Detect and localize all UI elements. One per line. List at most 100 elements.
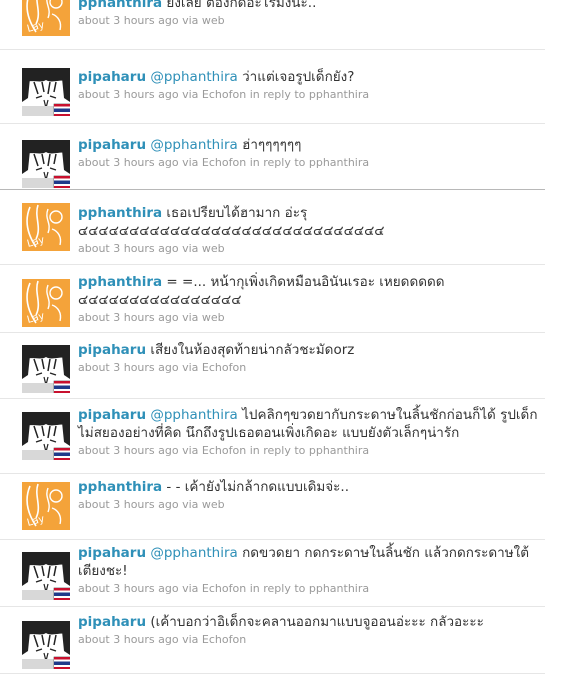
mention-link[interactable]: @pphanthira [150,545,237,561]
timestamp-link[interactable]: about 3 hours ago [78,498,179,511]
manga-face-avatar-icon[interactable] [22,552,70,600]
tweet-content: pipaharu @pphanthira ไปคลิกๆขวดยากับกระด… [78,406,539,458]
tweet-meta: about 3 hours ago via Echofon [78,361,539,375]
in-reply-to-label: in reply to [249,88,306,101]
via-label: via [182,582,199,595]
tweet-text-line: pipaharu @pphanthira ว่าแต่เจอรูปเด็กยัง… [78,68,539,86]
timestamp-link[interactable]: about 3 hours ago [78,444,179,457]
timestamp-link[interactable]: about 3 hours ago [78,88,179,101]
tweet-meta: about 3 hours ago via Echofon in reply t… [78,444,539,458]
tweet-meta: about 3 hours ago via web [78,311,539,325]
tweet-item: Lay pphanthira = =... หน้ากุเพิ่งเกิดหมื… [0,265,545,333]
in-reply-to-label: in reply to [249,156,306,169]
timestamp-link[interactable]: about 3 hours ago [78,156,179,169]
via-label: via [182,311,199,324]
manga-face-avatar-icon[interactable] [22,621,70,669]
via-label: via [182,156,199,169]
tweet-content: pipaharu เสียงในห้องสุดท้ายน่ากลัวชะมัดo… [78,341,539,375]
tweet-item: pipaharu @pphanthira ว่าแต่เจอรูปเด็กยัง… [0,50,545,124]
orange-doodle-avatar-icon[interactable]: Lay [22,482,70,530]
timestamp-link[interactable]: about 3 hours ago [78,361,179,374]
tweet-item: pipaharu @pphanthira กดขวดยา กดกระดาษในล… [0,540,545,607]
mention-link[interactable]: @pphanthira [150,69,237,85]
orange-doodle-avatar-icon[interactable]: Lay [22,0,70,36]
tweet-meta: about 3 hours ago via Echofon in reply t… [78,88,539,102]
screen-name-link[interactable]: pphanthira [78,479,162,495]
tweet-text: ว่าแต่เจอรูปเด็กยัง? [237,69,355,85]
via-label: via [182,361,199,374]
tweet-text: ฮ่าๆๆๆๆๆๆ [237,137,302,153]
source-link[interactable]: web [202,498,225,511]
timestamp-link[interactable]: about 3 hours ago [78,242,179,255]
in-reply-to-link[interactable]: pphanthira [309,444,369,457]
via-label: via [182,88,199,101]
tweet-text: ไปคลิกๆขวดยากับกระดาษในลิ้นชักก่อนก็ได้ … [78,407,538,441]
screen-name-link[interactable]: pipaharu [78,137,146,153]
mention-link[interactable]: @pphanthira [150,407,237,423]
screen-name-link[interactable]: pphanthira [78,0,162,11]
manga-face-avatar-icon[interactable] [22,412,70,460]
tweet-text-line: pphanthira = =... หน้ากุเพิ่งเกิดหมือนอิ… [78,273,539,309]
source-link[interactable]: Echofon [202,88,246,101]
tweet-text: - - เค้ายังไม่กล้ากดแบบเดิมจ่ะ.. [166,479,349,495]
tweet-content: pphanthira เธอเปรียบได้ฮามาก อ่ะรุ ๔๔๔๔๔… [78,204,539,256]
tweet-content: pipaharu @pphanthira ว่าแต่เจอรูปเด็กยัง… [78,68,539,102]
tweet-content: pipaharu @pphanthira ฮ่าๆๆๆๆๆๆ about 3 ho… [78,136,539,170]
in-reply-to-link[interactable]: pphanthira [309,582,369,595]
source-link[interactable]: web [202,242,225,255]
orange-doodle-avatar-icon[interactable]: Lay [22,279,70,327]
tweet-content: pphanthira - - เค้ายังไม่กล้ากดแบบเดิมจ่… [78,478,539,512]
source-link[interactable]: Echofon [202,361,246,374]
manga-face-avatar-icon[interactable] [22,140,70,188]
tweet-text-line: pphanthira เธอเปรียบได้ฮามาก อ่ะรุ ๔๔๔๔๔… [78,204,539,240]
tweet-item: pipaharu (เค้าบอกว่าอิเด็กจะคลานออกมาแบบ… [0,607,545,674]
timestamp-link[interactable]: about 3 hours ago [78,582,179,595]
in-reply-to-label: in reply to [249,444,306,457]
screen-name-link[interactable]: pphanthira [78,205,162,221]
source-link[interactable]: Echofon [202,444,246,457]
tweet-text-line: pphanthira - - เค้ายังไม่กล้ากดแบบเดิมจ่… [78,478,539,496]
screen-name-link[interactable]: pipaharu [78,407,146,423]
manga-face-avatar-icon[interactable] [22,68,70,116]
tweet-text-line: pipaharu @pphanthira ไปคลิกๆขวดยากับกระด… [78,406,539,442]
tweet-item: Lay pphanthira - - เค้ายังไม่กล้ากดแบบเด… [0,474,545,540]
screen-name-link[interactable]: pipaharu [78,545,146,561]
screen-name-link[interactable]: pipaharu [78,69,146,85]
manga-face-avatar-icon[interactable] [22,345,70,393]
tweet-meta: about 3 hours ago via Echofon [78,633,539,647]
source-link[interactable]: Echofon [202,633,246,646]
tweet-item: Lay pphanthira ยังเลย ต้องกดอะไรมั้งนะ..… [0,0,545,50]
via-label: via [182,633,199,646]
tweet-meta: about 3 hours ago via web [78,14,539,28]
tweet-meta: about 3 hours ago via web [78,242,539,256]
tweet-meta: about 3 hours ago via Echofon in reply t… [78,156,539,170]
via-label: via [182,14,199,27]
source-link[interactable]: Echofon [202,156,246,169]
timestamp-link[interactable]: about 3 hours ago [78,14,179,27]
tweet-text: (เค้าบอกว่าอิเด็กจะคลานออกมาแบบจูออนอ่ะะ… [150,614,484,630]
source-link[interactable]: web [202,311,225,324]
tweet-content: pphanthira = =... หน้ากุเพิ่งเกิดหมือนอิ… [78,273,539,325]
orange-doodle-avatar-icon[interactable]: Lay [22,203,70,251]
tweet-text-line: pipaharu (เค้าบอกว่าอิเด็กจะคลานออกมาแบบ… [78,613,539,631]
mention-link[interactable]: @pphanthira [150,137,237,153]
timestamp-link[interactable]: about 3 hours ago [78,633,179,646]
screen-name-link[interactable]: pipaharu [78,614,146,630]
via-label: via [182,498,199,511]
tweet-text: ยังเลย ต้องกดอะไรมั้งนะ.. [166,0,317,11]
screen-name-link[interactable]: pphanthira [78,274,162,290]
source-link[interactable]: web [202,14,225,27]
tweet-text-line: pipaharu @pphanthira กดขวดยา กดกระดาษในล… [78,544,539,580]
tweet-text-line: pphanthira ยังเลย ต้องกดอะไรมั้งนะ.. [78,0,539,12]
tweet-text-line: pipaharu @pphanthira ฮ่าๆๆๆๆๆๆ [78,136,539,154]
in-reply-to-link[interactable]: pphanthira [309,88,369,101]
tweet-content: pipaharu @pphanthira กดขวดยา กดกระดาษในล… [78,544,539,596]
source-link[interactable]: Echofon [202,582,246,595]
tweet-item: pipaharu @pphanthira ฮ่าๆๆๆๆๆๆ about 3 ho… [0,124,545,190]
via-label: via [182,242,199,255]
in-reply-to-link[interactable]: pphanthira [309,156,369,169]
tweet-item: pipaharu @pphanthira ไปคลิกๆขวดยากับกระด… [0,399,545,474]
via-label: via [182,444,199,457]
screen-name-link[interactable]: pipaharu [78,342,146,358]
timestamp-link[interactable]: about 3 hours ago [78,311,179,324]
